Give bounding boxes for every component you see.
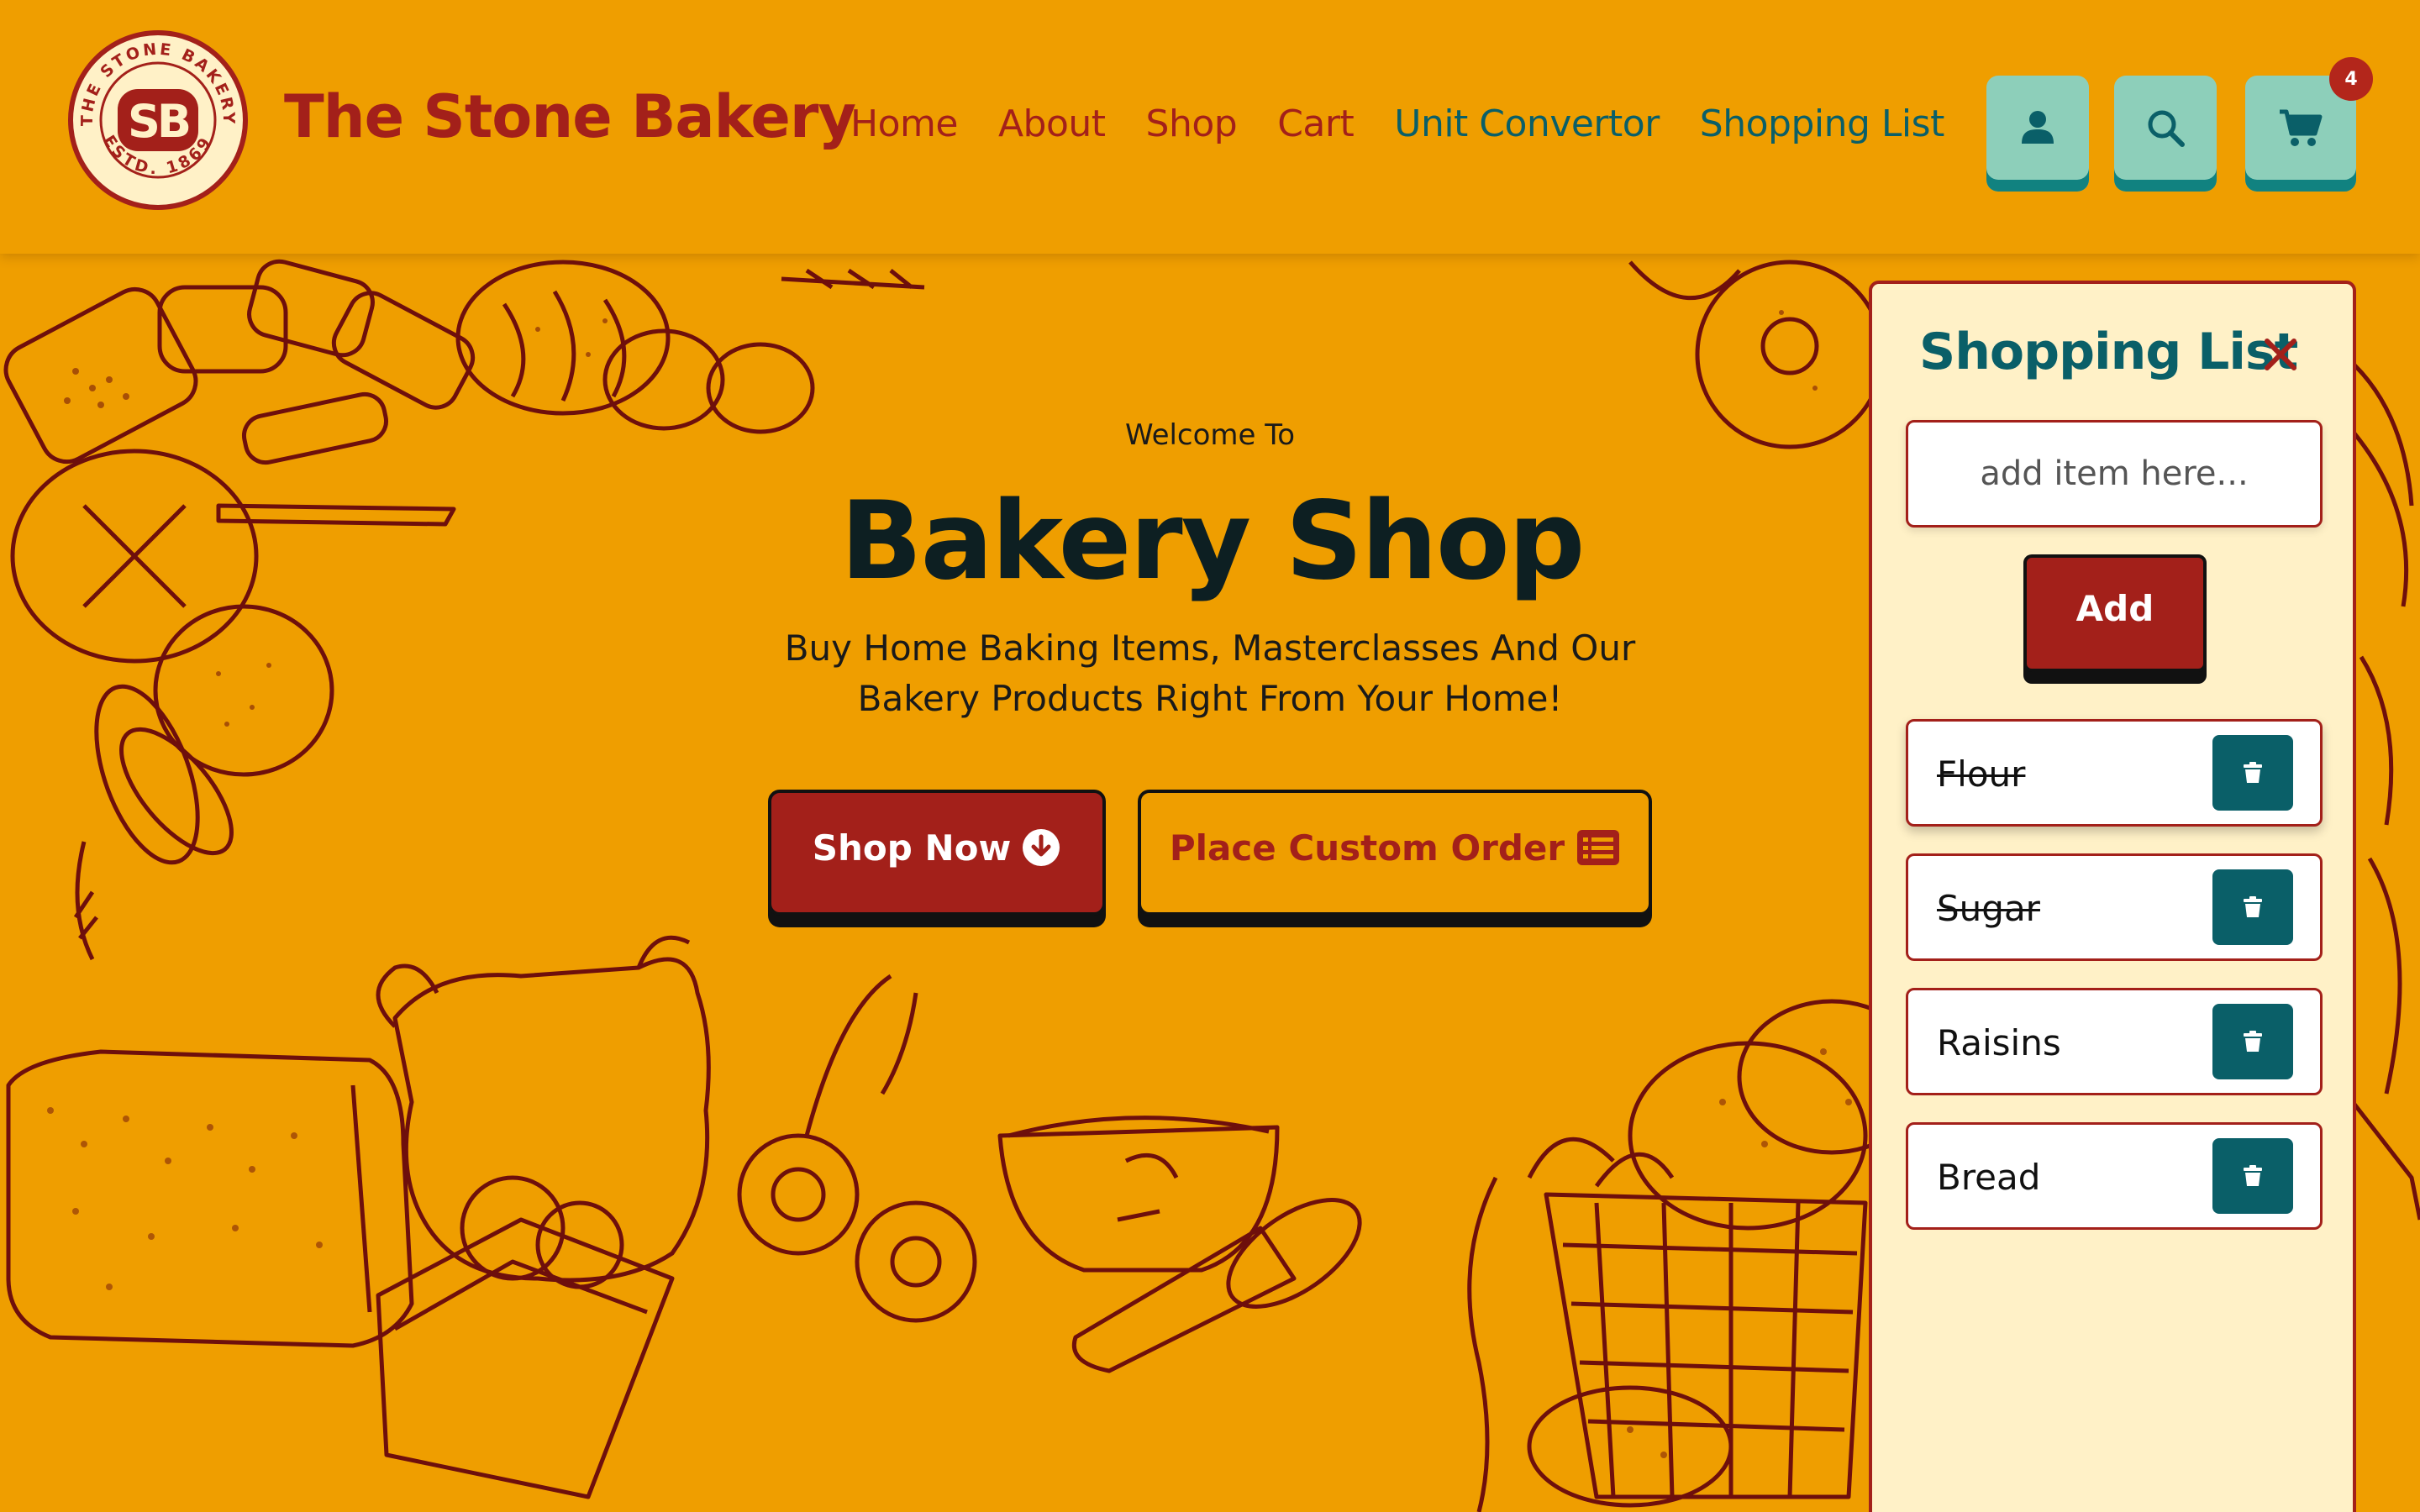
cart-count-badge: 4	[2329, 57, 2373, 101]
shopping-list-panel: Shopping List Add Flour Sugar	[1869, 281, 2356, 1512]
main-nav: Home About Shop Cart Unit Convertor Shop…	[850, 102, 1944, 145]
nav-link-home[interactable]: Home	[850, 102, 958, 145]
cart-icon	[2280, 109, 2323, 146]
shop-now-button[interactable]: Shop Now	[768, 790, 1106, 916]
list-item-name: Flour	[1937, 753, 2026, 795]
brand-logo[interactable]: THE STONE BAKERY ESTD. 1869 SB	[66, 25, 250, 215]
trash-icon	[2244, 1031, 2262, 1052]
nav-link-about[interactable]: About	[998, 102, 1106, 145]
search-icon	[2148, 110, 2185, 147]
nav-link-unit-convertor[interactable]: Unit Convertor	[1394, 102, 1660, 145]
shopping-list-title: Shopping List	[1919, 323, 2298, 381]
hero-welcome: Welcome To	[1124, 418, 1296, 452]
close-panel-button[interactable]	[2257, 331, 2304, 378]
trash-icon	[2244, 1165, 2262, 1186]
nav-link-shopping-list[interactable]: Shopping List	[1700, 102, 1945, 145]
place-custom-order-label: Place Custom Order	[1169, 827, 1565, 869]
list-item-name: Raisins	[1937, 1022, 2061, 1063]
delete-item-button[interactable]	[2212, 1004, 2293, 1079]
list-icon	[1577, 830, 1620, 865]
shopping-list-items: Flour Sugar Raisins Bread	[1906, 719, 2323, 1257]
hero-subtitle-line-2: Bakery Products Right From Your Home!	[857, 678, 1563, 719]
close-icon	[2265, 339, 2296, 370]
logo-monogram: SB	[128, 95, 189, 148]
hero-subtitle-line-1: Buy Home Baking Items, Masterclasses And…	[784, 627, 1636, 669]
trash-icon	[2244, 762, 2262, 783]
list-item-name: Bread	[1937, 1157, 2041, 1198]
hero-title: Bakery Shop	[840, 479, 1585, 604]
add-item-input[interactable]	[1906, 420, 2323, 528]
search-button[interactable]	[2114, 76, 2217, 192]
logo-badge-icon: THE STONE BAKERY ESTD. 1869 SB	[68, 30, 248, 210]
nav-link-shop[interactable]: Shop	[1146, 102, 1238, 145]
hero-subtitle: Buy Home Baking Items, Masterclasses And…	[739, 623, 1681, 724]
delete-item-button[interactable]	[2212, 869, 2293, 945]
delete-item-button[interactable]	[2212, 1138, 2293, 1214]
shop-now-label: Shop Now	[812, 827, 1012, 869]
list-item[interactable]: Sugar	[1906, 853, 2323, 961]
nav-link-cart[interactable]: Cart	[1277, 102, 1355, 145]
trash-icon	[2244, 896, 2262, 917]
list-item[interactable]: Raisins	[1906, 988, 2323, 1095]
list-item[interactable]: Bread	[1906, 1122, 2323, 1230]
account-button[interactable]	[1986, 76, 2089, 192]
place-custom-order-button[interactable]: Place Custom Order	[1138, 790, 1652, 916]
add-item-button[interactable]: Add	[2023, 554, 2207, 672]
list-item-name: Sugar	[1937, 888, 2040, 929]
user-icon	[2022, 111, 2054, 144]
delete-item-button[interactable]	[2212, 735, 2293, 811]
arrow-circle-down-icon	[1023, 829, 1060, 866]
site-header: THE STONE BAKERY ESTD. 1869 SB The Stone…	[0, 0, 2420, 254]
brand-name[interactable]: The Stone Bakery	[284, 82, 856, 151]
list-item[interactable]: Flour	[1906, 719, 2323, 827]
